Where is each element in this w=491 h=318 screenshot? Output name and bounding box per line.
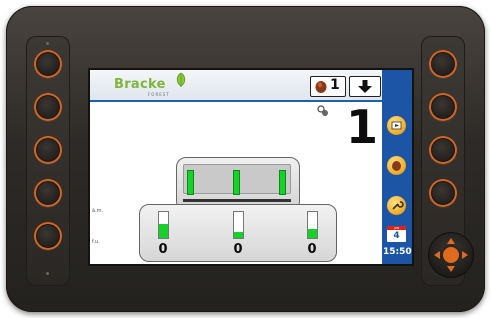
crossbar [183,199,291,202]
level-fill-center [234,231,243,238]
arrow-left-icon[interactable] [434,251,440,259]
section-value-right: 0 [307,242,317,257]
top-bar: Bracke FOREST 1 [90,70,382,102]
info-icon[interactable] [387,116,406,135]
arrow-right-icon[interactable] [462,251,468,259]
sensor-icon [317,105,328,116]
right-sidebar: JUN 4 15:50 [382,70,412,264]
level-gauge-left [158,211,169,239]
lower-axis-label: f.u. [92,239,100,245]
directional-pad[interactable] [428,232,474,278]
right-button-2[interactable] [429,93,457,121]
calendar-icon: JUN 4 [387,226,406,242]
clock-time: 15:50 [383,247,412,257]
display-device: Bracke FOREST 1 1 ä.m. f.u. 0 0 0 JUN 4 … [6,6,485,312]
dpad-center-button[interactable] [443,247,459,263]
level-gauge-right [307,211,318,239]
display-screen: Bracke FOREST 1 1 ä.m. f.u. 0 0 0 JUN 4 … [90,70,412,264]
indicator-dot [46,272,49,275]
active-number: 1 [346,100,379,154]
indicator-dot [46,42,49,45]
level-gauge-center [233,211,244,239]
wrench-icon[interactable] [387,196,406,215]
lower-unit-diagram: 0 0 0 [139,204,337,262]
arrow-up-icon[interactable] [447,238,455,244]
left-button-5[interactable] [34,222,62,250]
indicator-left [187,170,194,195]
left-button-panel [26,36,70,286]
leaf-icon [176,72,186,87]
level-fill-right [308,228,317,238]
brand-logo: Bracke [114,77,166,92]
section-value-center: 0 [233,242,243,257]
count-value: 1 [330,77,340,93]
calendar-day: 4 [393,231,400,241]
left-button-4[interactable] [34,179,62,207]
section-value-left: 0 [158,242,168,257]
left-button-2[interactable] [34,93,62,121]
indicator-right [279,170,286,195]
right-button-1[interactable] [429,50,457,78]
left-button-3[interactable] [34,136,62,164]
right-button-4[interactable] [429,179,457,207]
arrow-down-icon [358,80,372,93]
down-tile[interactable] [349,76,381,97]
left-button-1[interactable] [34,50,62,78]
brand-subtitle: FOREST [148,92,170,97]
level-fill-left [159,223,168,238]
upper-unit-diagram [176,157,300,211]
right-button-3[interactable] [429,136,457,164]
seedling-icon[interactable] [387,156,406,175]
count-tile[interactable]: 1 [310,76,346,97]
arrow-down-icon[interactable] [447,266,455,272]
indicator-center [233,170,240,195]
upper-axis-label: ä.m. [92,208,104,214]
seedling-icon [315,81,327,93]
